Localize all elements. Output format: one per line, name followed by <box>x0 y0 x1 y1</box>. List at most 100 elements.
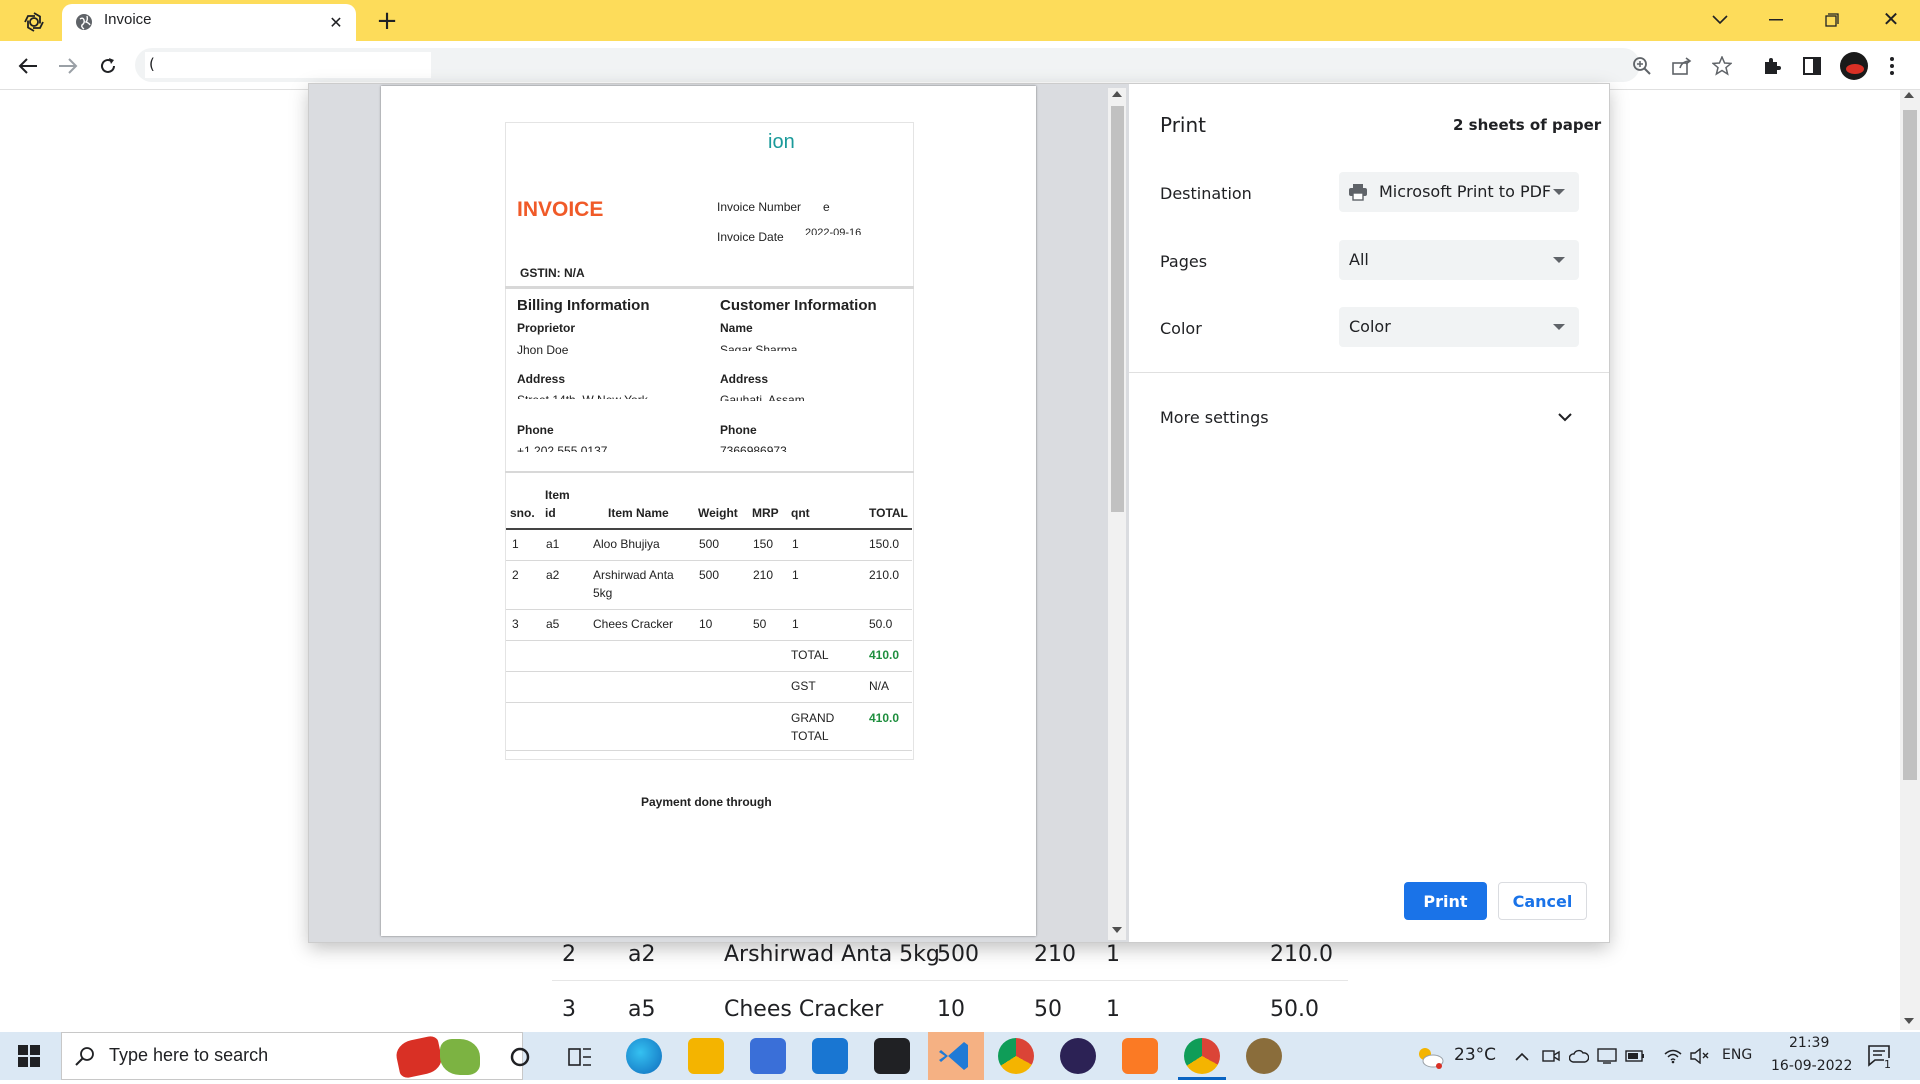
th-item-id-2: id <box>545 506 556 520</box>
language-indicator[interactable]: ENG <box>1722 1047 1752 1063</box>
reload-icon[interactable] <box>94 52 122 80</box>
dropdown-caret-icon <box>1553 324 1565 330</box>
color-select[interactable]: Color <box>1339 307 1579 347</box>
proprietor-label: Proprietor <box>517 321 576 335</box>
weather-temperature[interactable]: 23°C <box>1454 1045 1496 1065</box>
preview-scroll-down-icon[interactable] <box>1112 927 1122 933</box>
pages-value: All <box>1349 250 1369 269</box>
meet-now-icon[interactable] <box>1540 1044 1562 1068</box>
battery-icon[interactable] <box>1624 1044 1646 1068</box>
cortana-icon[interactable] <box>505 1042 535 1072</box>
sheet-count: 2 sheets of paper <box>1453 116 1602 134</box>
more-settings-toggle[interactable]: More settings <box>1130 396 1580 440</box>
restore-icon[interactable] <box>1820 8 1844 32</box>
customer-address-label: Address <box>720 372 769 386</box>
openai-logo-icon[interactable] <box>20 8 48 36</box>
summary-grand-label: GRAND <box>791 711 835 725</box>
print-button[interactable]: Print <box>1404 882 1487 920</box>
row-divider <box>506 640 912 641</box>
game-app-icon[interactable] <box>1246 1038 1282 1074</box>
eclipse-app-icon[interactable] <box>1060 1038 1096 1074</box>
search-highlight-art <box>393 1034 445 1080</box>
row1-name: Aloo Bhujiya <box>593 537 660 551</box>
address-input[interactable]: ( <box>145 52 431 78</box>
extensions-icon[interactable] <box>1760 54 1784 78</box>
gstin: GSTIN: N/A <box>520 266 585 280</box>
search-placeholder: Type here to search <box>109 1045 269 1065</box>
wifi-icon[interactable] <box>1662 1044 1684 1068</box>
more-settings-label: More settings <box>1160 408 1269 427</box>
row2-id: a2 <box>546 568 560 582</box>
taskbar-search-box[interactable]: Type here to search <box>61 1032 523 1080</box>
destination-label: Destination <box>1160 184 1252 203</box>
vscode-app-button[interactable] <box>928 1032 984 1080</box>
scroll-down-arrow-icon[interactable] <box>1904 1018 1914 1024</box>
row-divider <box>506 671 912 672</box>
minimize-icon[interactable] <box>1764 8 1788 32</box>
microsoft-store-icon[interactable] <box>750 1038 786 1074</box>
pages-select[interactable]: All <box>1339 240 1579 280</box>
volume-muted-icon[interactable] <box>1688 1044 1710 1068</box>
dropdown-caret-icon <box>1553 189 1565 195</box>
bookmark-star-icon[interactable] <box>1710 54 1734 78</box>
billing-heading: Billing Information <box>517 297 650 314</box>
windows-start-icon[interactable] <box>14 1042 44 1070</box>
row1-weight: 500 <box>699 537 720 551</box>
task-view-icon[interactable] <box>565 1042 595 1072</box>
row2-weight: 500 <box>699 568 720 582</box>
weather-icon[interactable] <box>1414 1042 1446 1072</box>
forward-icon[interactable] <box>54 52 82 80</box>
mail-app-icon[interactable] <box>812 1038 848 1074</box>
row2-qnt: 1 <box>792 568 799 582</box>
back-icon[interactable] <box>14 52 42 80</box>
preview-scroll-up-icon[interactable] <box>1112 91 1122 97</box>
background-invoice-table: 2 a2 Arshirwad Anta 5kg 500 210 1 210.0 … <box>552 930 1348 1036</box>
close-window-icon[interactable]: ✕ <box>1878 6 1904 32</box>
summary-gst-value: N/A <box>869 679 890 693</box>
summary-total-value: 410.0 <box>869 648 900 662</box>
edge-app-icon[interactable] <box>626 1038 662 1074</box>
file-explorer-icon[interactable] <box>688 1038 724 1074</box>
row2-total: 210.0 <box>869 568 900 582</box>
preview-scrollbar-thumb[interactable] <box>1111 106 1124 512</box>
close-tab-icon[interactable]: ✕ <box>326 12 346 32</box>
billing-address-value: Street 14th, W New York <box>517 393 648 399</box>
terminal-app-icon[interactable] <box>874 1038 910 1074</box>
print-settings-panel <box>1129 84 1609 942</box>
zoom-icon[interactable] <box>1630 54 1654 78</box>
billing-phone-value: +1 202 555 0137 <box>517 444 608 452</box>
destination-value: Microsoft Print to PDF <box>1379 182 1552 201</box>
share-icon[interactable] <box>1670 54 1694 78</box>
new-tab-button[interactable]: + <box>372 6 402 36</box>
th-total: TOTAL <box>869 506 908 520</box>
customer-name-value: Sagar Sharma <box>720 343 798 351</box>
invoice-date-value: 2022-09-16 <box>805 227 862 235</box>
customer-address-value: Gauhati, Assam <box>720 393 805 401</box>
th-mrp: MRP <box>752 506 779 520</box>
chrome-active-app-icon[interactable] <box>1184 1038 1220 1074</box>
chrome-app-icon[interactable] <box>998 1038 1034 1074</box>
onedrive-icon[interactable] <box>1568 1044 1590 1068</box>
row2-name-line2: 5kg <box>593 586 613 600</box>
invoice-number-value: e <box>823 200 830 214</box>
display-icon[interactable] <box>1596 1044 1618 1068</box>
row-divider <box>506 560 912 561</box>
side-panel-icon[interactable] <box>1800 54 1824 78</box>
tray-chevron-up-icon[interactable] <box>1512 1044 1532 1068</box>
customer-phone-label: Phone <box>720 423 757 437</box>
printer-icon <box>1347 182 1369 202</box>
destination-select[interactable]: Microsoft Print to PDF <box>1339 172 1579 212</box>
clock-time[interactable]: 21:39 <box>1789 1035 1829 1051</box>
cancel-button[interactable]: Cancel <box>1498 882 1587 920</box>
customer-phone-value: 7366986973 <box>720 444 787 452</box>
payment-footer: Payment done through <box>641 795 772 809</box>
menu-kebab-icon[interactable] <box>1882 54 1902 78</box>
profile-avatar[interactable] <box>1840 52 1868 80</box>
th-qnt: qnt <box>791 506 810 520</box>
scroll-up-arrow-icon[interactable] <box>1904 92 1914 98</box>
row1-total: 150.0 <box>869 537 900 551</box>
clock-date[interactable]: 16-09-2022 <box>1771 1058 1852 1074</box>
page-scrollbar-thumb[interactable] <box>1903 110 1917 780</box>
chevron-down-icon[interactable] <box>1708 8 1732 32</box>
xampp-app-icon[interactable] <box>1122 1038 1158 1074</box>
